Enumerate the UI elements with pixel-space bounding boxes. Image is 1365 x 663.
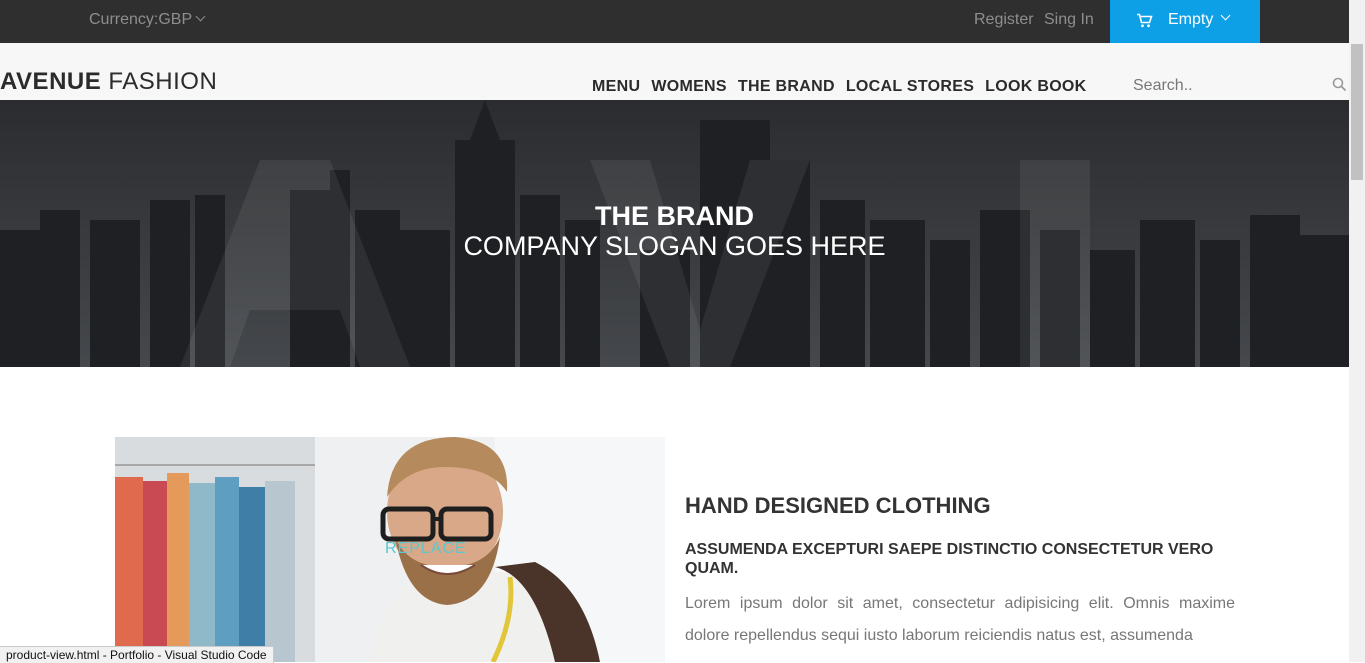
site-header: AVENUE FASHION MENU WOMENS THE BRAND LOC… <box>0 43 1349 100</box>
cart-label: Empty <box>1168 11 1214 28</box>
nav-item-womens[interactable]: WOMENS <box>651 78 727 96</box>
logo-light: FASHION <box>108 68 218 95</box>
main-nav: MENU WOMENS THE BRAND LOCAL STORES LOOK … <box>592 78 1087 96</box>
section-subheading: ASSUMENDA EXCEPTURI SAEPE DISTINCTIO CON… <box>685 541 1214 577</box>
nav-item-look-book[interactable]: LOOK BOOK <box>985 78 1086 96</box>
nav-item-the-brand[interactable]: THE BRAND <box>738 78 835 96</box>
nav-item-menu[interactable]: MENU <box>592 78 640 96</box>
search-icon[interactable] <box>1332 77 1347 92</box>
site-logo[interactable]: AVENUE FASHION <box>0 70 217 94</box>
scrollbar-thumb[interactable] <box>1351 44 1363 180</box>
status-bar-tooltip: product-view.html - Portfolio - Visual S… <box>0 646 274 663</box>
nav-item-local-stores[interactable]: LOCAL STORES <box>846 78 974 96</box>
chevron-down-icon <box>1220 10 1231 21</box>
currency-selector[interactable]: Currency:GBP <box>89 11 206 29</box>
section-heading: HAND DESIGNED CLOTHING <box>685 493 991 518</box>
top-bar: Currency:GBP Register Sing In Empty <box>0 0 1349 43</box>
hero-slogan: COMPANY SLOGAN GOES HERE <box>463 231 886 261</box>
image-overlay-text: REPLACE <box>385 540 467 557</box>
cart-button[interactable]: Empty <box>1110 0 1260 43</box>
currency-label: Currency:GBP <box>89 11 193 28</box>
hero-title: THE BRAND <box>595 201 754 231</box>
chevron-down-icon <box>195 11 206 22</box>
cart-icon <box>1137 13 1153 28</box>
search-input[interactable] <box>1133 76 1345 96</box>
hero-banner: THE BRAND COMPANY SLOGAN GOES HERE <box>0 100 1349 367</box>
sign-in-link[interactable]: Sing In <box>1044 11 1094 29</box>
logo-bold: AVENUE <box>0 68 102 95</box>
section-paragraph: Lorem ipsum dolor sit amet, consectetur … <box>685 595 1235 644</box>
register-link[interactable]: Register <box>974 11 1034 29</box>
